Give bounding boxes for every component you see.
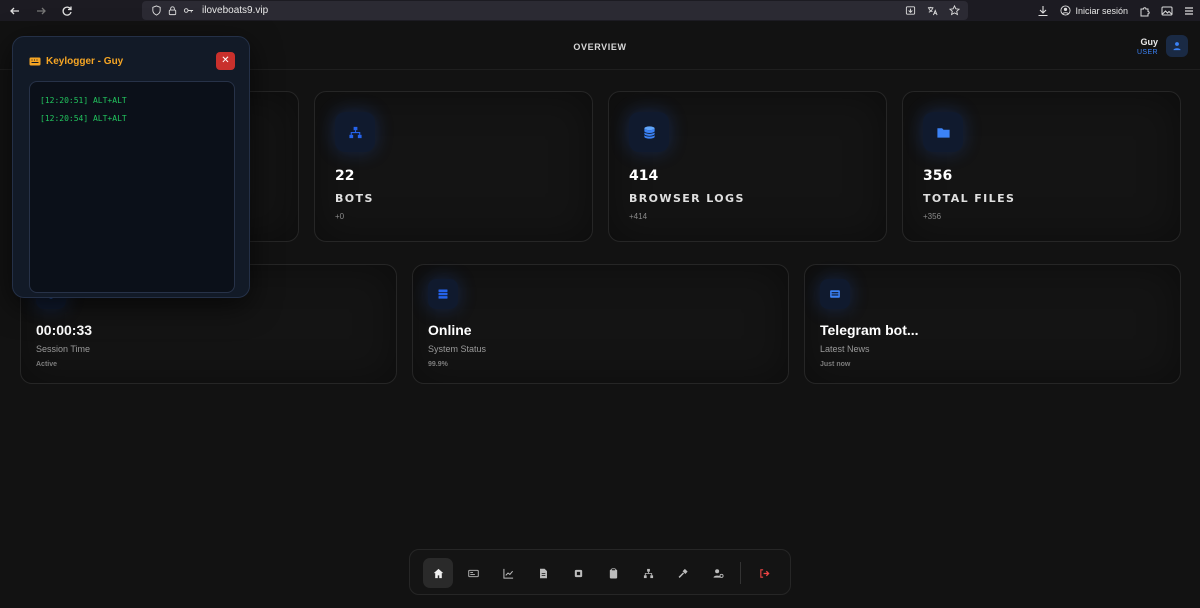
stat-label: BOTS — [335, 192, 374, 205]
account-icon — [1060, 5, 1072, 16]
close-button[interactable]: ✕ — [216, 52, 235, 70]
forward-button[interactable] — [30, 0, 52, 21]
user-role: USER — [1136, 49, 1158, 56]
file-icon — [539, 568, 547, 578]
dock-system[interactable] — [563, 558, 593, 588]
keylog-output: [12:20:51] ALT+ALT [12:20:54] ALT+ALT — [29, 81, 235, 293]
install-app-icon[interactable] — [904, 4, 916, 16]
id-card-icon — [467, 569, 479, 577]
stat-delta: +414 — [629, 212, 648, 221]
info-value: Telegram bot... — [820, 322, 919, 338]
dock-documents[interactable] — [528, 558, 558, 588]
network-icon — [643, 568, 653, 578]
shield-icon[interactable] — [150, 5, 162, 17]
info-label: System Status — [428, 344, 487, 354]
info-sub: 99.9% — [428, 361, 448, 368]
info-label: Session Time — [36, 344, 91, 354]
signin-button[interactable]: Iniciar sesión — [1054, 2, 1134, 19]
back-button[interactable] — [4, 0, 26, 21]
info-card-system-status: Online System Status 99.9% — [412, 264, 789, 384]
stat-value: 356 — [923, 168, 953, 184]
stat-value: 22 — [335, 168, 355, 184]
folder-icon — [923, 112, 963, 152]
arrow-right-icon — [37, 7, 46, 14]
stat-label: BROWSER LOGS — [629, 192, 745, 205]
stat-delta: +0 — [335, 212, 345, 221]
browser-toolbar: iloveboats9.vip Iniciar sesión — [0, 0, 1200, 21]
chip-icon — [574, 569, 582, 577]
dock-network[interactable] — [633, 558, 663, 588]
hamburger-icon — [1185, 6, 1193, 15]
user-info: Guy USER — [1137, 37, 1158, 56]
dock-cards[interactable] — [458, 558, 488, 588]
network-icon — [335, 112, 375, 152]
log-line: [12:20:51] ALT+ALT — [40, 96, 127, 105]
database-icon — [629, 112, 669, 152]
translate-icon[interactable] — [926, 4, 938, 16]
info-sub: Just now — [820, 361, 851, 368]
dock-logout[interactable] — [749, 558, 779, 588]
popup-title: Keylogger - Guy — [46, 56, 124, 67]
info-card-latest-news: Telegram bot... Latest News Just now — [804, 264, 1181, 384]
url-text[interactable]: iloveboats9.vip — [202, 5, 268, 16]
stat-card-browser-logs: 414 BROWSER LOGS +414 — [608, 91, 887, 242]
info-value: 00:00:33 — [36, 322, 93, 338]
arrow-left-icon — [10, 7, 19, 14]
info-sub: Active — [36, 361, 58, 368]
bookmark-star-icon[interactable] — [948, 4, 960, 16]
chart-icon — [502, 568, 513, 579]
popup-header: Keylogger - Guy — [29, 56, 123, 67]
server-icon — [428, 279, 458, 309]
downloads-button[interactable] — [1032, 0, 1054, 21]
extensions-button[interactable] — [1134, 0, 1156, 21]
dock-clipboard[interactable] — [598, 558, 628, 588]
keyboard-icon — [29, 57, 41, 66]
logout-icon — [759, 568, 770, 578]
key-icon[interactable] — [182, 5, 194, 17]
keylogger-popup: Keylogger - Guy ✕ [12:20:51] ALT+ALT [12… — [12, 36, 250, 298]
dock-builder[interactable] — [668, 558, 698, 588]
signin-label: Iniciar sesión — [1075, 5, 1128, 16]
user-icon — [1173, 42, 1181, 51]
bottom-dock — [409, 549, 791, 595]
user-name: Guy — [1140, 37, 1158, 47]
info-value: Online — [428, 322, 472, 338]
home-icon — [433, 568, 443, 578]
avatar[interactable] — [1166, 35, 1188, 57]
image-icon — [1161, 6, 1173, 15]
stat-label: TOTAL FILES — [923, 192, 1016, 205]
stat-delta: +356 — [923, 212, 942, 221]
lock-icon[interactable] — [166, 5, 178, 17]
screenshot-button[interactable] — [1156, 0, 1178, 21]
dock-analytics[interactable] — [493, 558, 523, 588]
download-icon — [1038, 5, 1048, 16]
dock-home[interactable] — [423, 558, 453, 588]
address-bar[interactable]: iloveboats9.vip — [142, 1, 968, 20]
stat-card-total-files: 356 TOTAL FILES +356 — [902, 91, 1181, 242]
reload-button[interactable] — [56, 0, 78, 21]
info-label: Latest News — [820, 344, 870, 354]
menu-button[interactable] — [1178, 0, 1200, 21]
dock-user-settings[interactable] — [703, 558, 733, 588]
log-line: [12:20:54] ALT+ALT — [40, 114, 127, 123]
puzzle-icon — [1140, 6, 1150, 16]
news-icon — [820, 279, 850, 309]
stat-value: 414 — [629, 168, 659, 184]
hammer-icon — [678, 568, 688, 578]
user-settings-icon — [713, 568, 724, 578]
reload-icon — [62, 6, 72, 16]
stat-card-bots: 22 BOTS +0 — [314, 91, 593, 242]
clipboard-icon — [609, 567, 617, 578]
dock-separator — [740, 562, 741, 584]
